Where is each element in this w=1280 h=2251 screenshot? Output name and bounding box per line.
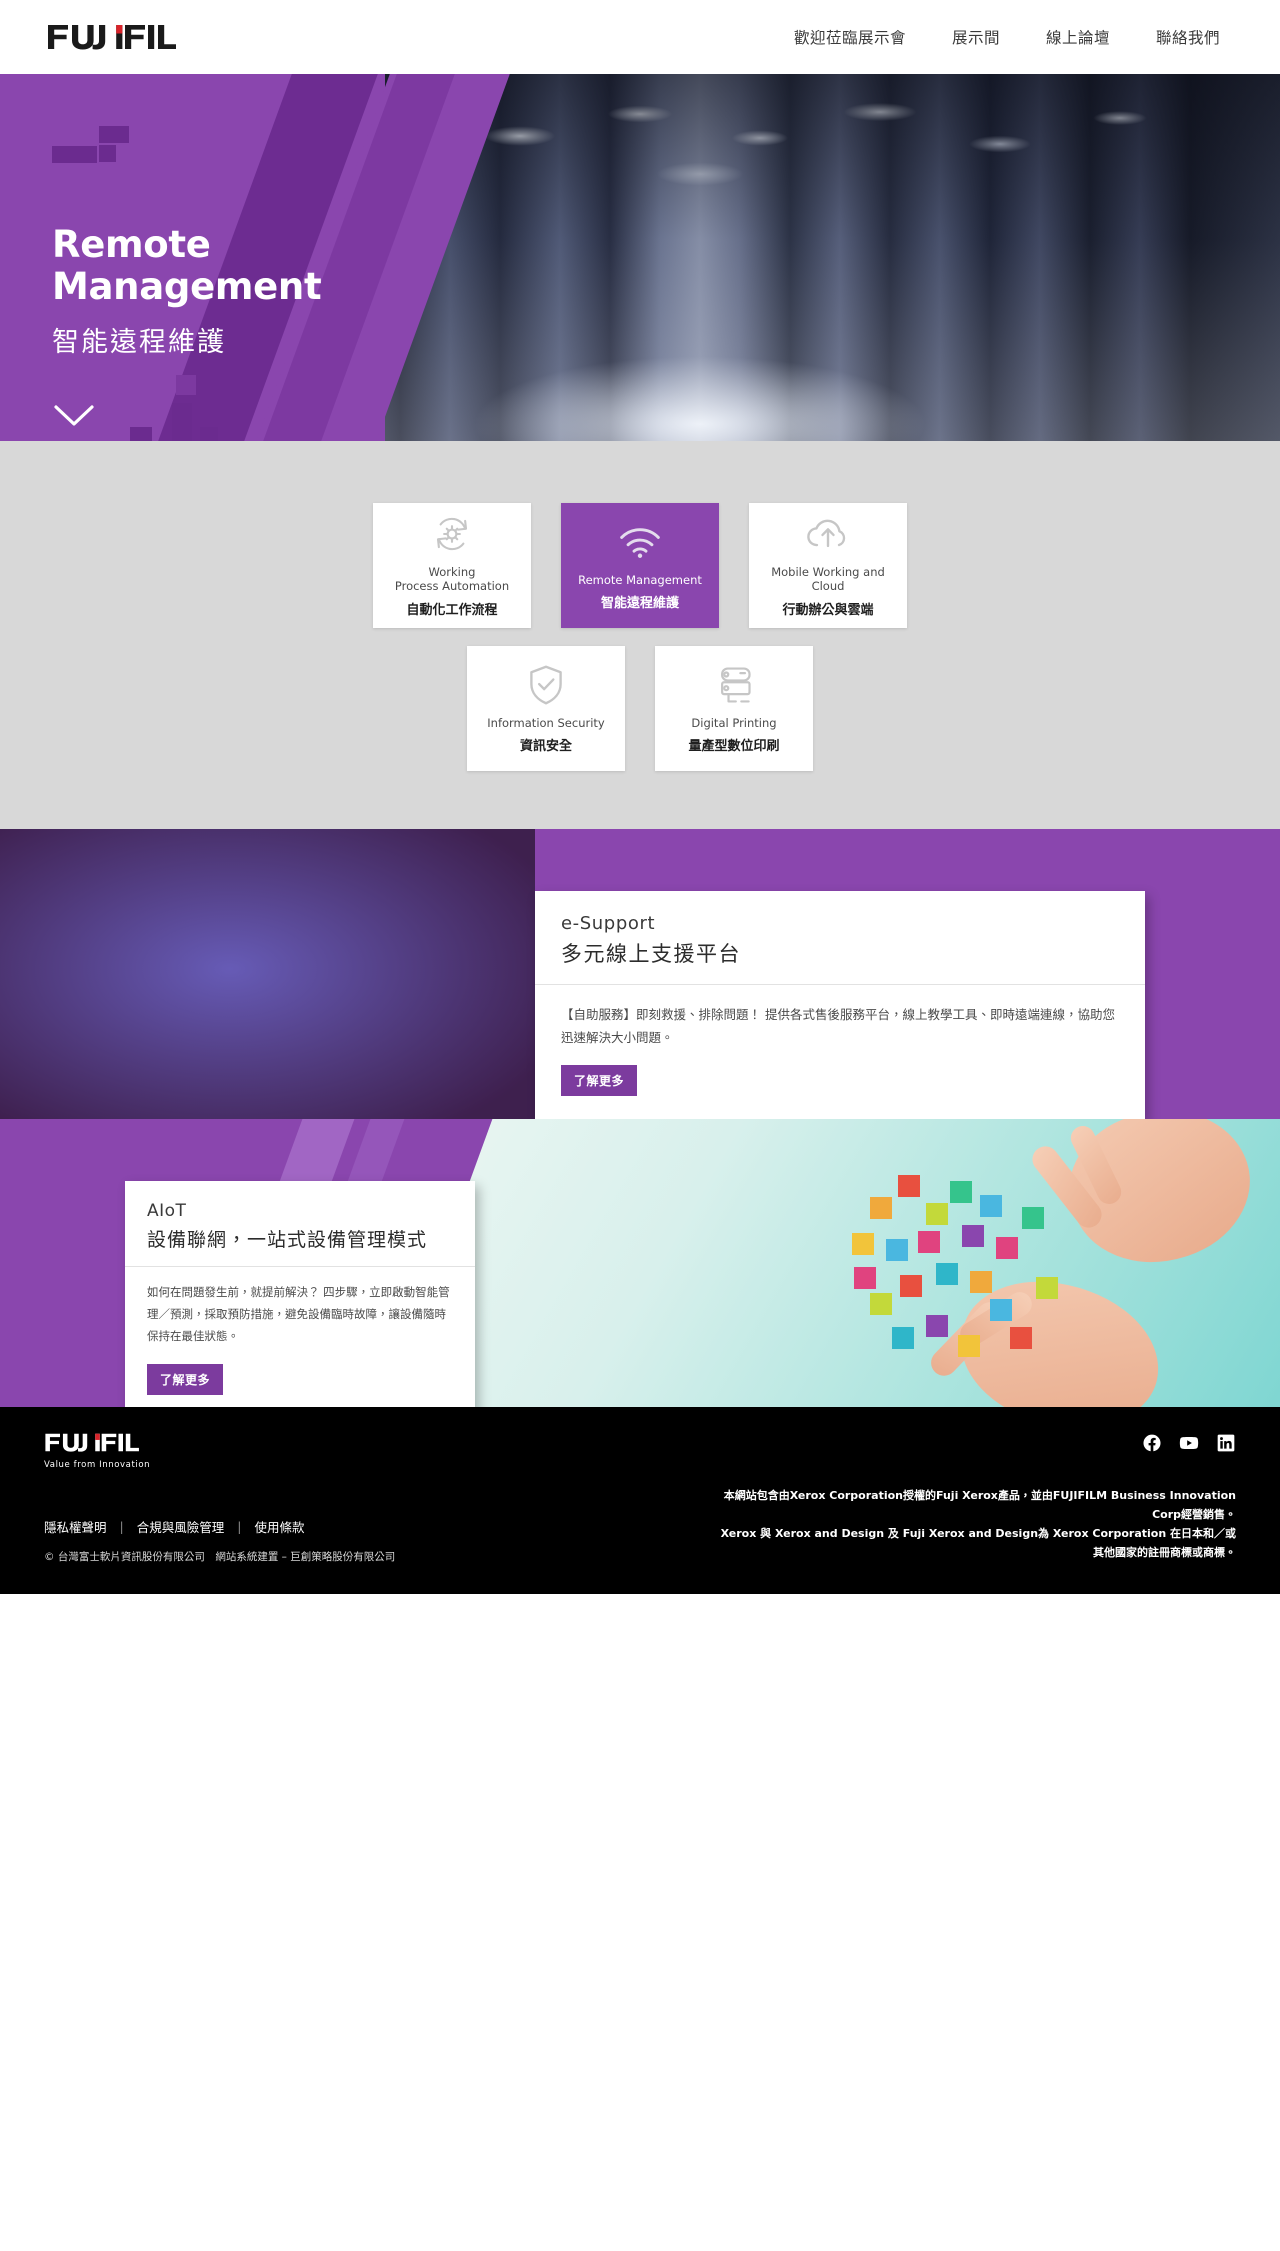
category-card-digital-printing[interactable]: Digital Printing 量產型數位印刷 [655, 646, 813, 771]
social-links [1142, 1433, 1236, 1453]
nav-welcome[interactable]: 歡迎莅臨展示會 [794, 26, 906, 48]
esupport-en-title: e-Support [561, 913, 656, 934]
aiot-description: 如何在問題發生前，就提前解決？ 四步驟，立即啟動智能管理／預測，採取預防措施，避… [147, 1285, 450, 1343]
footer-link-compliance[interactable]: 合規與風險管理 [137, 1517, 225, 1536]
footer-separator: | [237, 1518, 242, 1534]
category-card-en-label: Digital Printing [691, 715, 777, 730]
linkedin-icon[interactable] [1216, 1433, 1236, 1453]
esupport-background-image [0, 829, 535, 1119]
hero-subtitle: 智能遠程維護 [52, 326, 226, 358]
category-card-remote-management[interactable]: Remote Management 智能遠程維護 [561, 503, 719, 628]
category-card-zh-label: 智能遠程維護 [600, 596, 679, 612]
category-card-mobile-working-and-cloud[interactable]: Mobile Working and Cloud 行動辦公與雲端 [749, 503, 907, 628]
main-nav: 歡迎莅臨展示會 展示間 線上論壇 聯絡我們 [794, 26, 1232, 48]
cloud-upload-icon [805, 513, 851, 556]
category-card-zh-label: 量產型數位印刷 [688, 739, 780, 755]
category-row-1: Working Process Automation 自動化工作流程 Remot… [0, 503, 1280, 628]
esupport-description: 【自助服務】即刻救援、排除問題！ 提供各式售後服務平台，線上教學工具、即時遠端連… [561, 1007, 1115, 1046]
page-root: 歡迎莅臨展示會 展示間 線上論壇 聯絡我們 Remote Management … [0, 0, 1280, 1594]
nav-forum[interactable]: 線上論壇 [1046, 26, 1110, 48]
category-section: Working Process Automation 自動化工作流程 Remot… [0, 441, 1280, 829]
aiot-card-body: 如何在問題發生前，就提前解決？ 四步驟，立即啟動智能管理／預測，採取預防措施，避… [125, 1267, 475, 1407]
footer-legal: 本網站包含由Xerox Corporation授權的Fuji Xerox產品，並… [721, 1487, 1236, 1564]
esupport-card-header: e-Support 多元線上支援平台 [535, 891, 1145, 985]
footer-legal-line-1: 本網站包含由Xerox Corporation授權的Fuji Xerox產品，並… [723, 1489, 1236, 1502]
facebook-icon[interactable] [1142, 1433, 1162, 1453]
fujifilm-logo[interactable] [48, 24, 181, 50]
footer-legal-line-4: 其他國家的註冊商標或商標。 [1093, 1546, 1236, 1560]
category-card-working-process-automation[interactable]: Working Process Automation 自動化工作流程 [373, 503, 531, 628]
hero-content: Remote Management 智能遠程維護 [52, 74, 392, 429]
site-footer: Value from Innovation 隱私權聲明 | 合規與風險管理 | … [0, 1407, 1280, 1594]
aiot-en-title: AIoT [147, 1201, 187, 1221]
shield-check-icon [527, 663, 565, 707]
esupport-card: e-Support 多元線上支援平台 【自助服務】即刻救援、排除問題！ 提供各式… [535, 891, 1145, 1119]
category-card-zh-label: 自動化工作流程 [406, 603, 498, 618]
footer-links: 隱私權聲明 | 合規與風險管理 | 使用條款 [44, 1517, 395, 1536]
site-header: 歡迎莅臨展示會 展示間 線上論壇 聯絡我們 [0, 0, 1280, 74]
footer-legal-line-3: Xerox 與 Xerox and Design 及 Fuji Xerox an… [720, 1527, 1236, 1541]
category-card-en-label: Information Security [487, 715, 605, 730]
chevron-down-icon[interactable] [52, 403, 96, 429]
printing-press-icon [713, 663, 755, 707]
category-row-2: Information Security 資訊安全 Digital Printi… [0, 646, 1280, 771]
category-card-en-label: Remote Management [578, 572, 702, 587]
aiot-zh-title: 設備聯網，一站式設備管理模式 [147, 1229, 428, 1251]
wifi-icon [618, 520, 662, 564]
hero-title-line1: Remote [52, 223, 211, 266]
hero-title-line2: Management [52, 264, 322, 308]
footer-link-terms[interactable]: 使用條款 [254, 1517, 304, 1536]
aiot-section: AIoT 設備聯網，一站式設備管理模式 如何在問題發生前，就提前解決？ 四步驟，… [0, 1119, 1280, 1407]
category-card-information-security[interactable]: Information Security 資訊安全 [467, 646, 625, 771]
footer-legal-line-2: Corp經營銷售。 [1152, 1508, 1236, 1522]
footer-copyright: © 台灣富士軟片資訊股份有限公司 網站系統建置 – 巨創策略股份有限公司 [44, 1550, 396, 1563]
category-card-zh-label: 行動辦公與雲端 [782, 603, 874, 618]
footer-left: 隱私權聲明 | 合規與風險管理 | 使用條款 © 台灣富士軟片資訊股份有限公司 … [44, 1507, 395, 1564]
hero-banner: Remote Management 智能遠程維護 [0, 74, 1280, 441]
esupport-learn-more-button[interactable]: 了解更多 [561, 1065, 638, 1097]
esupport-zh-title: 多元線上支援平台 [561, 942, 741, 966]
aiot-card-header: AIoT 設備聯網，一站式設備管理模式 [125, 1181, 475, 1267]
aiot-learn-more-button[interactable]: 了解更多 [147, 1363, 224, 1395]
aiot-card: AIoT 設備聯網，一站式設備管理模式 如何在問題發生前，就提前解決？ 四步驟，… [125, 1181, 475, 1407]
process-automation-icon [431, 513, 473, 556]
aiot-background-image [360, 1119, 1280, 1407]
footer-main: 隱私權聲明 | 合規與風險管理 | 使用條款 © 台灣富士軟片資訊股份有限公司 … [44, 1487, 1236, 1564]
youtube-icon[interactable] [1178, 1433, 1200, 1453]
aiot-cubes-illustration [830, 1167, 1160, 1377]
footer-logo: Value from Innovation [44, 1433, 150, 1470]
esupport-section: e-Support 多元線上支援平台 【自助服務】即刻救援、排除問題！ 提供各式… [0, 829, 1280, 1119]
category-card-zh-label: 資訊安全 [519, 739, 572, 755]
nav-contact[interactable]: 聯絡我們 [1156, 26, 1220, 48]
hero-title: Remote Management [52, 224, 392, 308]
footer-tagline: Value from Innovation [44, 1460, 151, 1470]
category-card-en-label: Working Process Automation [394, 564, 510, 594]
footer-separator: | [119, 1518, 124, 1534]
esupport-card-body: 【自助服務】即刻救援、排除問題！ 提供各式售後服務平台，線上教學工具、即時遠端連… [535, 985, 1145, 1119]
footer-link-privacy[interactable]: 隱私權聲明 [44, 1517, 107, 1536]
footer-social-row [44, 1433, 1236, 1463]
category-card-en-label: Mobile Working and Cloud [771, 564, 885, 594]
hero-decor-blocks-top [52, 74, 392, 224]
nav-showroom[interactable]: 展示間 [952, 26, 1000, 48]
